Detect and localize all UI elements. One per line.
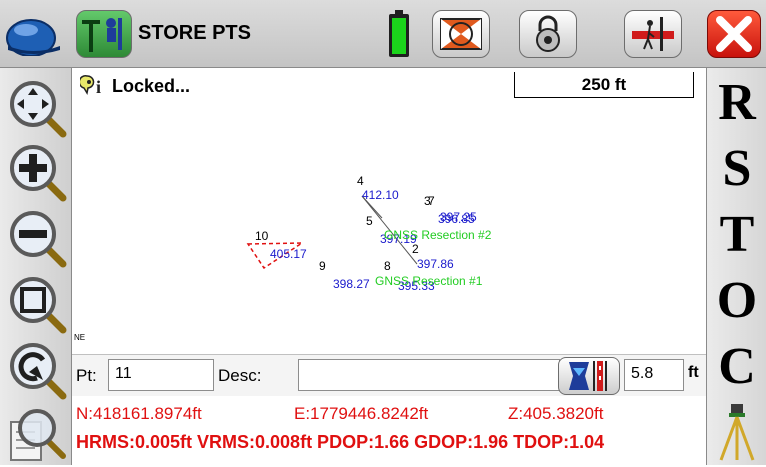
helmet-icon[interactable] (4, 12, 62, 57)
map-canvas[interactable]: 4 7 3 5 2 8 9 10 412.10 397.25 396.85 39… (72, 68, 706, 354)
zoom-in-button[interactable] (7, 142, 67, 202)
scale-bar: 250 ft (514, 72, 694, 98)
zoom-previous-icon (10, 343, 67, 400)
zoom-in-icon (10, 145, 67, 202)
right-toolbar: R S T O C (706, 68, 766, 465)
point-number: 9 (319, 259, 326, 273)
s-button[interactable]: S (707, 136, 766, 200)
gnss-mode-button[interactable] (76, 10, 132, 58)
description-input[interactable] (298, 359, 560, 391)
point-number: 3 (424, 194, 431, 208)
zoom-window-button[interactable] (7, 402, 67, 462)
rod-target-icon (569, 361, 607, 391)
north-arrow-icon: NE (74, 334, 85, 342)
zoom-previous-button[interactable] (7, 340, 67, 400)
point-number: 5 (366, 214, 373, 228)
zoom-window-icon (10, 409, 66, 461)
o-button[interactable]: O (707, 268, 766, 332)
northing-value: N:418161.8974ft (76, 404, 202, 423)
zoom-out-button[interactable] (7, 208, 67, 268)
zoom-extents-button[interactable] (7, 274, 67, 334)
point-number-input[interactable]: 11 (108, 359, 214, 391)
close-button[interactable] (707, 10, 761, 58)
point-number: 10 (255, 229, 269, 243)
pt-label: Pt: (76, 366, 97, 385)
c-button[interactable]: C (707, 334, 766, 398)
instrument-icon (632, 17, 674, 51)
r-button[interactable]: R (707, 70, 766, 134)
instrument-button[interactable] (624, 10, 682, 58)
point-number: 4 (357, 174, 364, 188)
point-elevation: 396.85 (438, 212, 475, 226)
point-elevation: 398.27 (333, 277, 370, 291)
rod-height-button[interactable] (558, 357, 620, 395)
east-label: E (79, 333, 86, 342)
tripod-icon (719, 404, 755, 461)
resection-label: GNSS Resection #1 (375, 274, 483, 288)
zoom-out-icon (10, 211, 67, 268)
rod-height-input[interactable]: 5.8 (624, 359, 684, 391)
lock-icon (536, 15, 560, 52)
point-elevation: 397.86 (417, 257, 454, 271)
resection-label: GNSS Resection #2 (384, 228, 492, 242)
point-number: 8 (384, 259, 391, 273)
point-input-row: Pt: 11 Desc: 5.8 ft (72, 354, 706, 396)
height-unit-label: ft (688, 364, 699, 381)
position-status: N:418161.8974ft E:1779446.8242ft Z:405.3… (72, 397, 706, 465)
pan-button[interactable] (7, 78, 67, 138)
desc-label: Desc: (218, 366, 262, 385)
zoom-extents-icon (10, 277, 67, 334)
tripod-button[interactable] (715, 402, 759, 462)
t-button[interactable]: T (707, 202, 766, 266)
target-button[interactable] (432, 10, 490, 58)
point-elevation: 412.10 (362, 188, 399, 202)
target-icon (440, 18, 482, 50)
easting-value: E:1779446.8242ft (294, 404, 429, 423)
gnss-rover-icon (82, 18, 122, 52)
pan-zoom-icon (10, 81, 67, 138)
map-header: i Locked... 250 ft (72, 68, 706, 102)
point-elevation: 405.17 (270, 247, 307, 261)
lock-button[interactable] (519, 10, 577, 58)
app-title: STORE PTS (138, 22, 251, 44)
map-drawing (246, 195, 418, 270)
quality-metrics: HRMS:0.005ft VRMS:0.008ft PDOP:1.66 GDOP… (76, 432, 605, 452)
battery-icon (388, 10, 410, 58)
svg-text:i: i (96, 77, 101, 97)
left-toolbar (0, 68, 72, 465)
elevation-value: Z:405.3820ft (508, 404, 604, 423)
close-icon (716, 16, 752, 52)
title-bar: STORE PTS (0, 0, 766, 68)
info-icon[interactable]: i (78, 73, 106, 97)
lock-status: Locked... (112, 76, 191, 96)
